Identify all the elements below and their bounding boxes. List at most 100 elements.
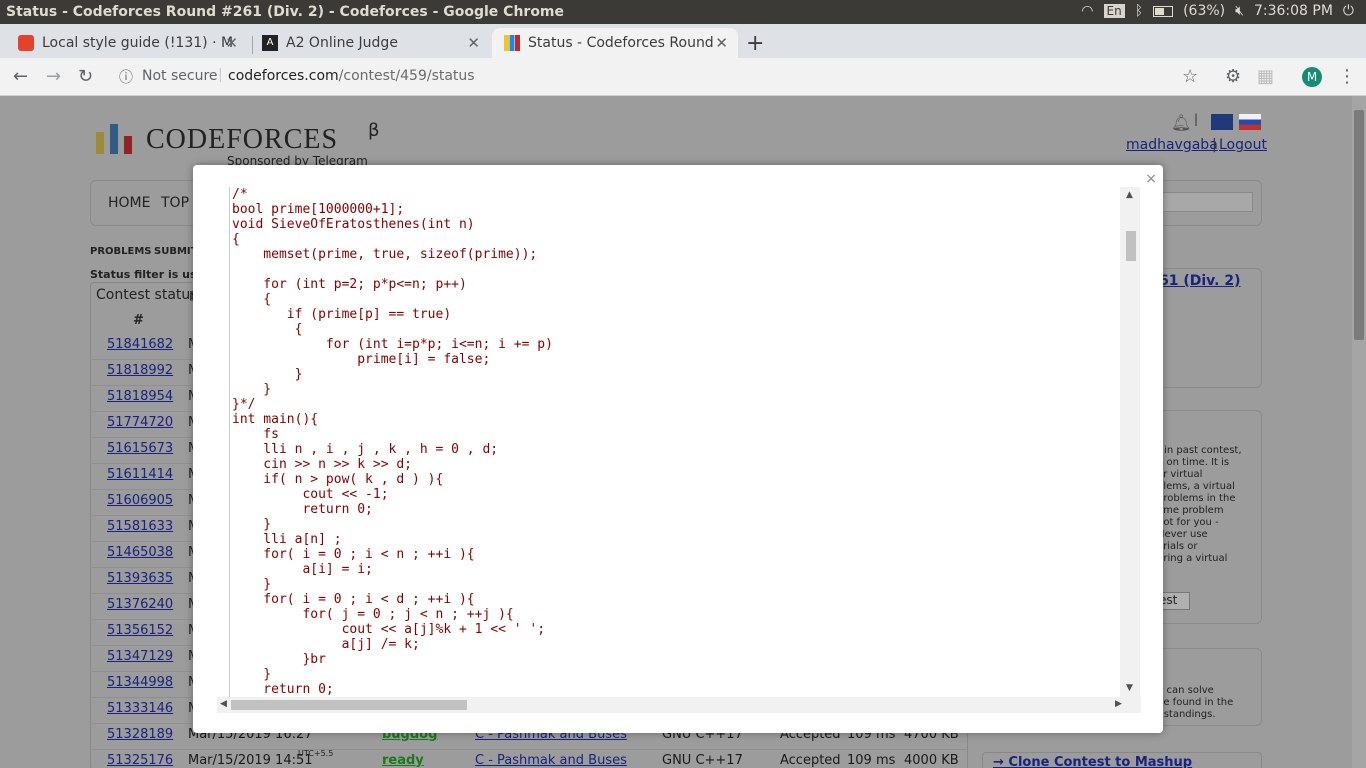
browser-tab-strip: Local style guide (!131) · M ✕ A A2 Onli… — [0, 24, 1366, 58]
table-row: 51325176 Mar/15/2019 14:51 ready C - Pashma… — [92, 749, 966, 768]
chrome-menu-icon[interactable]: ⋮ — [1338, 66, 1356, 87]
page-scrollbar[interactable] — [1352, 96, 1366, 768]
language: GNU C++17 — [662, 753, 743, 768]
tab-codeforces-status[interactable]: Status - Codeforces Round ✕ — [492, 28, 738, 58]
tab-local-style-guide[interactable]: Local style guide (!131) · M ✕ — [18, 28, 248, 58]
extension-grid-icon[interactable]: ▦ — [1257, 66, 1274, 87]
submission-id-link[interactable]: 51347129 — [107, 649, 173, 664]
extension-icon[interactable]: ⚙ — [1225, 66, 1241, 87]
keyboard-language[interactable]: En — [1103, 4, 1125, 18]
address-bar[interactable]: ⓘ Not secure | codeforces.com/contest/45… — [107, 63, 1207, 90]
gitlab-favicon-icon — [18, 35, 34, 51]
contest-status-title: Contest status — [96, 287, 198, 303]
close-tab-icon[interactable]: ✕ — [225, 34, 238, 52]
practice-info-line: be found in the — [1157, 697, 1234, 708]
profile-avatar[interactable]: M — [1302, 67, 1322, 87]
submission-id-link[interactable]: 51333146 — [107, 701, 173, 716]
virtual-info-line: or virtual — [1157, 469, 1203, 480]
power-icon[interactable]: ⏻ — [1343, 3, 1354, 19]
system-tray: ◠ En ᛒ (63%) 🔇︎ 7:36:08 PM ⏻ — [1081, 3, 1354, 19]
english-flag-icon[interactable] — [1211, 114, 1233, 130]
virtual-info-line: t in past contest, — [1157, 445, 1242, 456]
submission-id-link[interactable]: 51606905 — [107, 493, 173, 508]
submission-id-link[interactable]: 51465038 — [107, 545, 173, 560]
url: codeforces.com/contest/459/status — [228, 68, 475, 84]
submission-id-link[interactable]: 51611414 — [107, 467, 173, 482]
virtual-info-line: blems, a virtual — [1157, 481, 1235, 492]
submission-id-link[interactable]: 51818954 — [107, 389, 173, 404]
menu-home[interactable]: HOME — [108, 195, 150, 211]
close-modal-icon[interactable]: × — [1145, 171, 1157, 187]
clone-contest-link[interactable]: → Clone Contest to Mashup — [993, 755, 1192, 768]
forward-icon[interactable]: → — [46, 66, 61, 87]
practice-info-line: f standings. — [1157, 709, 1216, 720]
volume-muted-icon[interactable]: 🔇︎ — [1235, 3, 1244, 19]
user-link[interactable]: madhavgaba — [1126, 137, 1218, 153]
submenu-problems[interactable]: PROBLEMS — [90, 246, 152, 257]
virtual-info-line: orials or — [1157, 541, 1198, 552]
practice-box: u can solve be found in the f standings. — [1152, 648, 1262, 726]
virtual-info-line: uring a virtual — [1157, 553, 1228, 564]
browser-toolbar: ← → ↻ ⓘ Not secure | codeforces.com/cont… — [0, 58, 1366, 96]
virtual-info-line: not for you - — [1157, 517, 1219, 528]
virtual-info-line: problems in the — [1157, 493, 1236, 504]
beta-mark: β — [368, 120, 380, 141]
os-top-bar: Status - Codeforces Round #261 (Div. 2) … — [0, 0, 1366, 24]
back-icon[interactable]: ← — [13, 66, 28, 87]
a2-favicon-icon: A — [262, 35, 278, 51]
brand-name[interactable]: CODEFORCES — [146, 124, 338, 156]
submission-id-link[interactable]: 51615673 — [107, 441, 173, 456]
battery-percent: (63%) — [1183, 3, 1226, 19]
window-title: Status - Codeforces Round #261 (Div. 2) … — [6, 4, 565, 20]
russian-flag-icon[interactable] — [1239, 114, 1261, 130]
tab-label: Local style guide (!131) · M — [42, 35, 234, 51]
col-hash: # — [133, 313, 144, 328]
code-viewer[interactable]: /* bool prime[1000000+1]; void SieveOfEr… — [229, 187, 1142, 712]
reload-icon[interactable]: ↻ — [78, 66, 93, 87]
submission-time: Mar/15/2019 14:51 — [188, 753, 313, 768]
submission-id-link[interactable]: 51818992 — [107, 363, 173, 378]
submission-id-link[interactable]: 51841682 — [107, 337, 173, 352]
round-link[interactable]: 61 (Div. 2) — [1159, 273, 1241, 289]
notification-bell-icon[interactable]: 🔔︎ — [1171, 113, 1191, 132]
exec-time: 109 ms — [847, 753, 896, 768]
submission-id-link[interactable]: 51581633 — [107, 519, 173, 534]
wifi-icon[interactable]: ◠ — [1081, 3, 1093, 19]
source-code-modal: × /* bool prime[1000000+1]; void SieveOf… — [193, 165, 1163, 733]
submission-id-link[interactable]: 51356152 — [107, 623, 173, 638]
submission-id-link[interactable]: 51344998 — [107, 675, 173, 690]
info-icon[interactable]: ⓘ — [119, 67, 133, 87]
clock[interactable]: 7:36:08 PM — [1254, 3, 1333, 19]
author-link[interactable]: ready — [382, 753, 424, 768]
security-label: Not secure — [142, 68, 218, 84]
verdict: Accepted — [780, 753, 841, 768]
code-horizontal-scrollbar[interactable]: ◀ ▶ — [217, 697, 1141, 713]
menu-top[interactable]: TOP — [161, 195, 189, 211]
logout-link[interactable]: Logout — [1219, 137, 1267, 153]
codeforces-favicon-icon — [504, 35, 520, 51]
virtual-info-line: ome problem — [1157, 505, 1224, 516]
new-tab-button[interactable]: + — [746, 28, 764, 58]
tab-label: A2 Online Judge — [286, 35, 398, 51]
clone-box: → Clone Contest to Mashup — [982, 752, 1262, 768]
submission-id-link[interactable]: 51328189 — [107, 727, 173, 742]
submission-id-link[interactable]: 51325176 — [107, 753, 173, 768]
tab-label: Status - Codeforces Round — [528, 35, 714, 51]
submission-id-link[interactable]: 51393635 — [107, 571, 173, 586]
problem-link[interactable]: C - Pashmak and Buses — [475, 753, 627, 768]
close-tab-icon[interactable]: ✕ — [467, 34, 480, 52]
bookmark-star-icon[interactable]: ☆ — [1182, 66, 1198, 87]
practice-info-line: u can solve — [1157, 685, 1214, 696]
submission-id-link[interactable]: 51774720 — [107, 415, 173, 430]
battery-icon[interactable] — [1153, 3, 1174, 19]
codeforces-logo-icon — [96, 122, 136, 154]
memory: 4000 KB — [904, 753, 959, 768]
code-vertical-scrollbar[interactable]: ▲ ▼ — [1120, 187, 1140, 697]
close-tab-icon[interactable]: ✕ — [715, 34, 728, 52]
utc-offset: UTC+5.5 — [298, 749, 334, 758]
virtual-participation-box: t in past contest, n on time. It is or vir… — [1152, 410, 1262, 624]
submission-id-link[interactable]: 51376240 — [107, 597, 173, 612]
bluetooth-icon[interactable]: ᛒ — [1135, 3, 1143, 19]
tab-a2-online-judge[interactable]: A A2 Online Judge ✕ — [262, 28, 490, 58]
source-code: /* bool prime[1000000+1]; void SieveOfEr… — [232, 187, 553, 712]
